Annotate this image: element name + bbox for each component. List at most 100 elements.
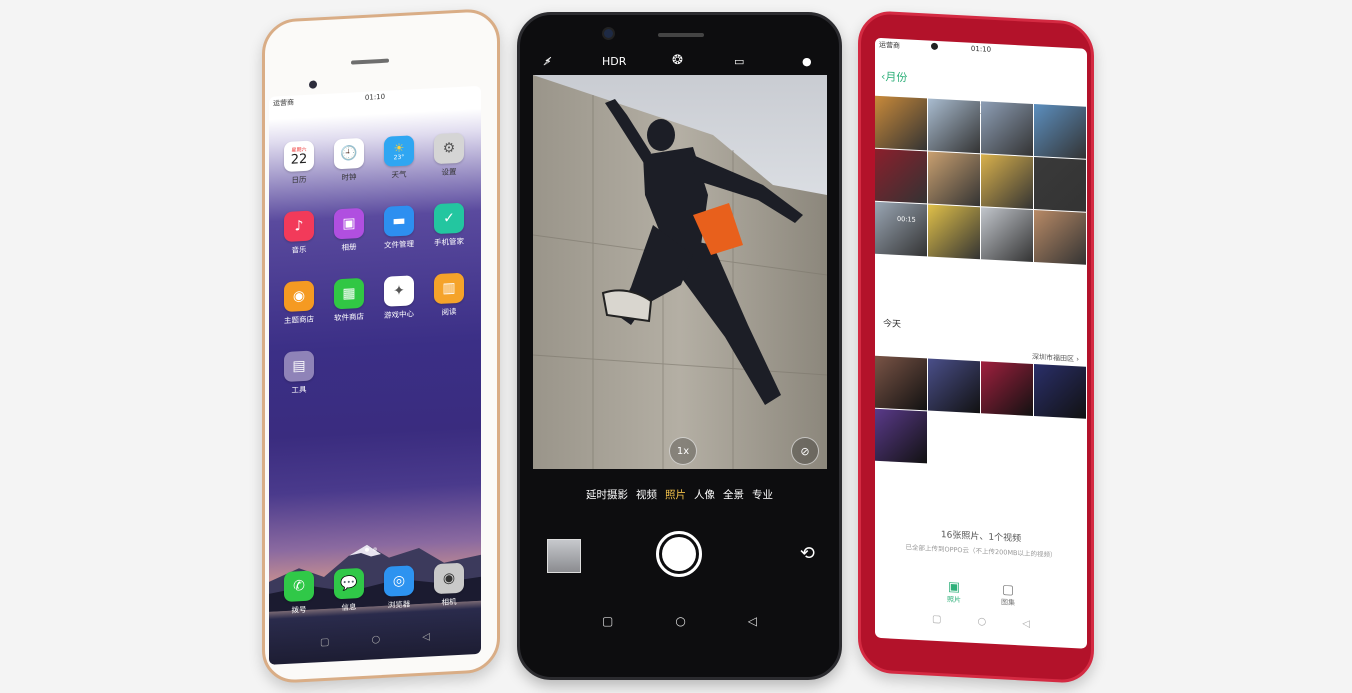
photo-thumbnail[interactable] — [928, 151, 980, 207]
weather-temp: 23° — [393, 153, 405, 161]
mode-tab[interactable]: 视频 — [636, 489, 657, 501]
app-label: 时钟 — [341, 172, 357, 183]
mode-tab[interactable]: 专业 — [752, 489, 773, 501]
tab-label: 图集 — [1001, 598, 1015, 608]
app-book[interactable]: ▥ 阅读 — [427, 272, 471, 318]
flash-off-icon[interactable]: ⚡̸ — [544, 55, 552, 68]
status-time: 01:10 — [970, 44, 992, 54]
back-button[interactable]: ◁ — [748, 614, 757, 628]
photo-thumbnail[interactable] — [875, 95, 927, 151]
app-music[interactable]: ♪ 音乐 — [277, 210, 321, 256]
zoom-button[interactable]: 1x — [669, 437, 697, 465]
app-gear[interactable]: ⚙ 设置 — [427, 132, 471, 178]
dock-browser[interactable]: ◎ 浏览器 — [377, 565, 421, 611]
app-photos[interactable]: ▣ 相册 — [327, 207, 371, 254]
app-label: 文件管理 — [384, 239, 414, 250]
recent-apps-button[interactable]: ▢ — [320, 636, 329, 647]
photo-thumbnail[interactable] — [928, 204, 980, 260]
app-clock[interactable]: 🕘 时钟 — [327, 137, 371, 184]
photos-tab-icon: ▣ — [947, 579, 961, 596]
mode-tab[interactable]: 全景 — [723, 489, 744, 501]
status-bar: 运营商 01:10 — [273, 88, 477, 111]
viewfinder-photo — [533, 75, 827, 469]
front-camera — [309, 80, 317, 89]
aspect-ratio-icon[interactable]: ▭ — [734, 55, 744, 68]
app-game-center[interactable]: ✦ 游戏中心 — [377, 275, 421, 321]
app-label: 音乐 — [291, 244, 307, 255]
home-screen: 运营商 01:10 星期六 22 日历 🕘 时钟 ☀ 23° 天气 ⚙ 设置 ♪ 音乐 ▣ 相册 ▬ 文件管理… — [269, 85, 481, 665]
game-center-icon: ✦ — [384, 275, 414, 307]
camera-icon: ◉ — [434, 562, 464, 595]
last-photo-thumbnail[interactable] — [547, 539, 581, 573]
app-label: 浏览器 — [387, 599, 411, 610]
home-button[interactable]: ○ — [675, 614, 685, 628]
mode-tab[interactable]: 照片 — [665, 489, 686, 501]
app-palette[interactable]: ◉ 主题商店 — [277, 280, 321, 326]
gallery-screen: 运营商 01:10 ‹月份 照片 ⌕ 选择 00:15 今天 深圳市福田区 › … — [875, 37, 1087, 649]
back-to-months-button[interactable]: ‹月份 — [881, 68, 907, 85]
app-label: 天气 — [391, 169, 407, 180]
folder-tools-icon: ▤ — [284, 350, 314, 383]
photo-thumbnail[interactable] — [875, 355, 927, 411]
photo-thumbnail[interactable] — [1034, 157, 1086, 212]
home-button[interactable]: ○ — [978, 616, 987, 627]
mode-tab[interactable]: 人像 — [694, 489, 715, 501]
dock-message[interactable]: 💬 信息 — [327, 567, 371, 614]
photo-thumbnail[interactable] — [875, 201, 927, 257]
location-label: 深圳市福田区 — [1031, 352, 1074, 364]
app-label: 相册 — [341, 242, 357, 253]
home-button[interactable]: ○ — [372, 634, 381, 645]
photo-thumbnail[interactable] — [981, 154, 1033, 209]
photo-thumbnail[interactable] — [1034, 364, 1086, 419]
browser-icon: ◎ — [384, 565, 414, 597]
status-time: 01:10 — [364, 92, 386, 102]
app-folder-tools[interactable]: ▤ 工具 — [277, 350, 321, 396]
palette-icon: ◉ — [284, 280, 314, 313]
photo-thumbnail[interactable] — [928, 358, 980, 414]
photo-grid-earlier — [875, 95, 1087, 265]
app-label: 阅读 — [441, 307, 457, 317]
back-label: 月份 — [885, 70, 908, 85]
phone-gallery: 运营商 01:10 ‹月份 照片 ⌕ 选择 00:15 今天 深圳市福田区 › … — [858, 9, 1094, 685]
mode-tab[interactable]: 延时摄影 — [586, 489, 628, 501]
back-button[interactable]: ◁ — [422, 631, 430, 642]
app-label: 工具 — [291, 384, 307, 395]
switch-camera-icon[interactable]: ⟲ — [800, 543, 815, 564]
recent-apps-button[interactable]: ▢ — [932, 613, 941, 624]
photo-thumbnail[interactable] — [1034, 104, 1086, 159]
location-link[interactable]: 深圳市福田区 › — [1032, 352, 1079, 364]
status-bar: 运营商 01:10 — [879, 40, 1083, 63]
photo-thumbnail[interactable] — [981, 207, 1033, 262]
dock-phone[interactable]: ✆ 拨号 — [277, 570, 321, 616]
dock-camera[interactable]: ◉ 相机 — [427, 562, 471, 608]
nav-bar: ▢ ○ ◁ — [520, 609, 839, 633]
hdr-toggle[interactable]: HDR — [602, 55, 626, 68]
aperture-icon[interactable]: ❂ — [672, 53, 683, 68]
photo-thumbnail[interactable] — [1034, 210, 1086, 265]
app-label: 设置 — [441, 167, 457, 177]
music-icon: ♪ — [284, 210, 314, 243]
app-folder[interactable]: ▬ 文件管理 — [377, 205, 421, 251]
photos-icon: ▣ — [334, 207, 364, 240]
photo-thumbnail[interactable] — [981, 101, 1033, 156]
app-calendar[interactable]: 星期六 22 日历 — [277, 140, 321, 186]
gear-icon: ⚙ — [434, 132, 464, 165]
earpiece-speaker — [658, 33, 704, 37]
app-weather[interactable]: ☀ 23° 天气 — [377, 135, 421, 181]
scene-detect-icon[interactable]: ⊘ — [791, 437, 819, 465]
photo-thumbnail[interactable] — [928, 98, 980, 154]
recent-apps-button[interactable]: ▢ — [602, 614, 613, 628]
photo-thumbnail[interactable] — [981, 361, 1033, 416]
camera-viewfinder[interactable]: 1x ⊘ — [533, 75, 827, 469]
message-icon: 💬 — [334, 567, 364, 600]
app-shield[interactable]: ✓ 手机管家 — [427, 202, 471, 248]
app-app-store[interactable]: ▦ 软件商店 — [327, 277, 371, 324]
photo-thumbnail[interactable] — [875, 148, 927, 204]
photo-thumbnail[interactable] — [875, 408, 927, 464]
back-button[interactable]: ◁ — [1022, 618, 1030, 629]
chevron-right-icon: › — [1076, 355, 1079, 364]
filter-icon[interactable]: ● — [802, 55, 812, 68]
phone-camera: ⚡̸ HDR ❂ ▭ ● 1x ⊘ 延时摄影 视频 照片 人像 全景 专业 ⟲ … — [517, 12, 842, 680]
shutter-button[interactable] — [656, 531, 702, 577]
camera-toolbar: ⚡̸ HDR ❂ ▭ ● — [520, 53, 839, 75]
